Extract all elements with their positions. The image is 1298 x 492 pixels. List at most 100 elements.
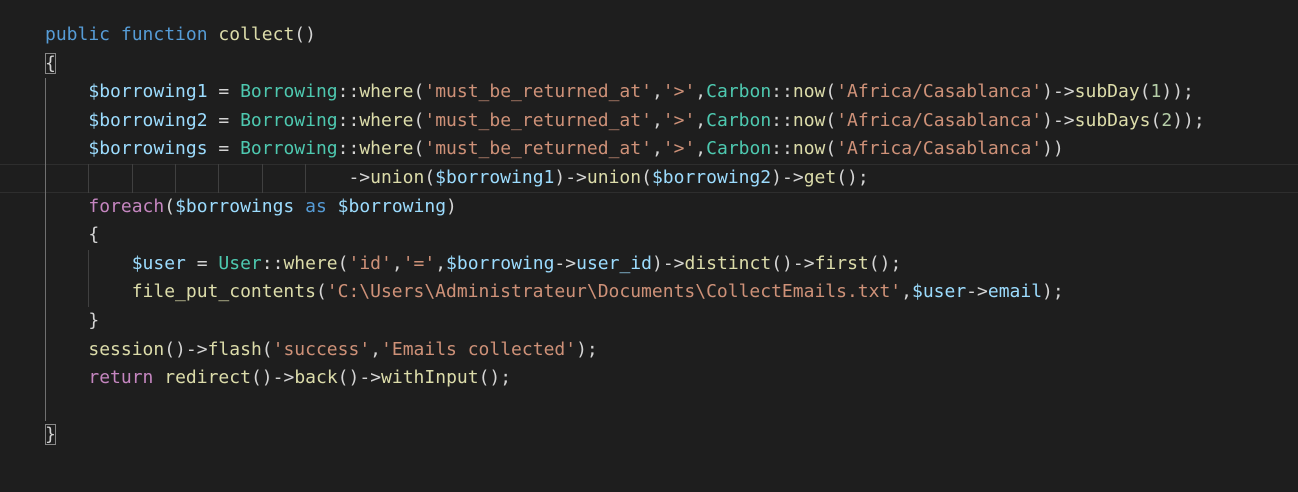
punctuation-token: , xyxy=(370,338,382,360)
operator-token: :: xyxy=(771,81,793,103)
class-name-token: Borrowing xyxy=(240,138,338,160)
punctuation-token: ( xyxy=(825,81,837,103)
function-name-token: where xyxy=(359,138,414,160)
punctuation-token xyxy=(110,24,121,45)
punctuation-token: , xyxy=(695,109,707,131)
control-keyword-token: return xyxy=(88,367,154,389)
brace-token: } xyxy=(88,309,100,331)
code-editor[interactable]: public function collect(){ $borrowing1 =… xyxy=(0,0,1298,492)
code-line[interactable] xyxy=(0,392,1298,422)
variable-token: $borrowings xyxy=(175,195,295,217)
string-token: 'id' xyxy=(348,252,392,274)
code-line[interactable]: foreach($borrowings as $borrowing) xyxy=(0,192,1298,222)
class-name-token: Borrowing xyxy=(240,81,338,103)
string-token: '=' xyxy=(402,252,436,274)
punctuation-token: ( xyxy=(315,281,327,303)
function-name-token: get xyxy=(803,166,837,188)
variable-token: $borrowing2 xyxy=(88,109,208,131)
punctuation-token: ) xyxy=(446,195,457,217)
punctuation-token: , xyxy=(391,252,403,274)
punctuation-token: ( xyxy=(424,166,436,188)
code-line[interactable]: } xyxy=(0,421,1298,450)
variable-token: $borrowings xyxy=(88,138,208,160)
code-line[interactable]: public function collect() xyxy=(0,21,1298,50)
operator-token: -> xyxy=(1052,81,1075,103)
code-line[interactable]: ->union($borrowing1)->union($borrowing2)… xyxy=(0,163,1298,193)
operator-token: -> xyxy=(359,367,382,389)
punctuation-token xyxy=(327,196,338,217)
keyword-token: public xyxy=(45,24,111,45)
punctuation-token: () xyxy=(771,252,793,274)
code-line[interactable]: $borrowing1 = Borrowing::where('must_be_… xyxy=(0,78,1298,107)
variable-token: email xyxy=(987,281,1043,303)
code-line-text: $borrowing2 = Borrowing::where('must_be_… xyxy=(45,107,1204,136)
control-keyword-token: foreach xyxy=(88,195,165,217)
code-line-text: file_put_contents('C:\Users\Administrate… xyxy=(45,278,1064,307)
operator-token: -> xyxy=(792,252,815,274)
punctuation-token: ( xyxy=(164,195,176,217)
class-name-token: User xyxy=(218,252,262,274)
punctuation-token: () xyxy=(337,367,360,389)
operator-token: -> xyxy=(565,166,587,188)
punctuation-token: , xyxy=(901,281,912,303)
code-line-text: return redirect()->back()->withInput(); xyxy=(45,364,511,393)
punctuation-token: () xyxy=(250,367,273,389)
code-line[interactable]: $borrowings = Borrowing::where('must_be_… xyxy=(0,135,1298,164)
punctuation-token: ( xyxy=(413,81,425,103)
variable-token: $borrowing1 xyxy=(88,81,208,103)
function-name-token: collect xyxy=(218,24,295,45)
punctuation-token: ( xyxy=(413,109,425,131)
punctuation-token xyxy=(45,310,88,331)
function-name-token: back xyxy=(294,367,338,389)
punctuation-token xyxy=(208,24,219,45)
code-line-text: $borrowing1 = Borrowing::where('must_be_… xyxy=(45,78,1194,107)
function-name-token: redirect xyxy=(164,367,251,389)
punctuation-token xyxy=(45,110,88,131)
operator-token: :: xyxy=(771,138,793,160)
code-line[interactable]: { xyxy=(0,221,1298,250)
string-token: 'success' xyxy=(272,338,371,360)
code-line[interactable]: $user = User::where('id','=',$borrowing-… xyxy=(0,249,1298,279)
string-token: 'Africa/Casablanca' xyxy=(836,138,1043,160)
number-token: 2 xyxy=(1161,109,1173,131)
punctuation-token xyxy=(45,281,132,302)
function-name-token: union xyxy=(586,166,642,188)
code-line[interactable]: { xyxy=(0,50,1298,79)
punctuation-token: , xyxy=(651,138,663,160)
string-token: 'C:\Users\Administrateur\Documents\Colle… xyxy=(326,281,902,303)
operator-token: -> xyxy=(1052,109,1075,131)
function-name-token: subDay xyxy=(1074,81,1140,103)
function-name-token: first xyxy=(814,252,869,274)
punctuation-token: ( xyxy=(825,109,837,131)
code-line-text: $borrowings = Borrowing::where('must_be_… xyxy=(45,135,1063,164)
operator-token: = xyxy=(207,138,241,160)
variable-token: $user xyxy=(911,281,967,303)
code-line[interactable]: file_put_contents('C:\Users\Administrate… xyxy=(0,278,1298,307)
string-token: '>' xyxy=(662,109,696,131)
punctuation-token: ); xyxy=(1042,281,1064,303)
code-line-text: $user = User::where('id','=',$borrowing-… xyxy=(45,250,902,279)
code-line[interactable]: return redirect()->back()->withInput(); xyxy=(0,364,1298,393)
punctuation-token: , xyxy=(435,252,447,274)
code-line[interactable]: session()->flash('success','Emails colle… xyxy=(0,335,1298,365)
punctuation-token xyxy=(45,81,88,102)
function-name-token: file_put_contents xyxy=(131,281,316,303)
code-line[interactable]: $borrowing2 = Borrowing::where('must_be_… xyxy=(0,106,1298,136)
punctuation-token xyxy=(45,224,88,245)
punctuation-token: () xyxy=(294,24,316,45)
code-area[interactable]: public function collect(){ $borrowing1 =… xyxy=(0,21,1298,450)
punctuation-token: ( xyxy=(337,252,349,274)
punctuation-token: ); xyxy=(576,338,598,360)
function-name-token: session xyxy=(88,338,165,360)
class-name-token: Carbon xyxy=(706,81,772,103)
string-token: 'Africa/Casablanca' xyxy=(836,109,1043,131)
code-line-text: public function collect() xyxy=(45,21,316,50)
operator-token: -> xyxy=(554,252,577,274)
punctuation-token: , xyxy=(651,81,663,103)
operator-token: -> xyxy=(348,166,371,188)
code-line[interactable]: } xyxy=(0,306,1298,336)
punctuation-token: ) xyxy=(554,166,566,188)
code-line-text: } xyxy=(45,421,56,450)
string-token: 'must_be_returned_at' xyxy=(424,109,652,131)
number-token: 1 xyxy=(1150,81,1162,103)
